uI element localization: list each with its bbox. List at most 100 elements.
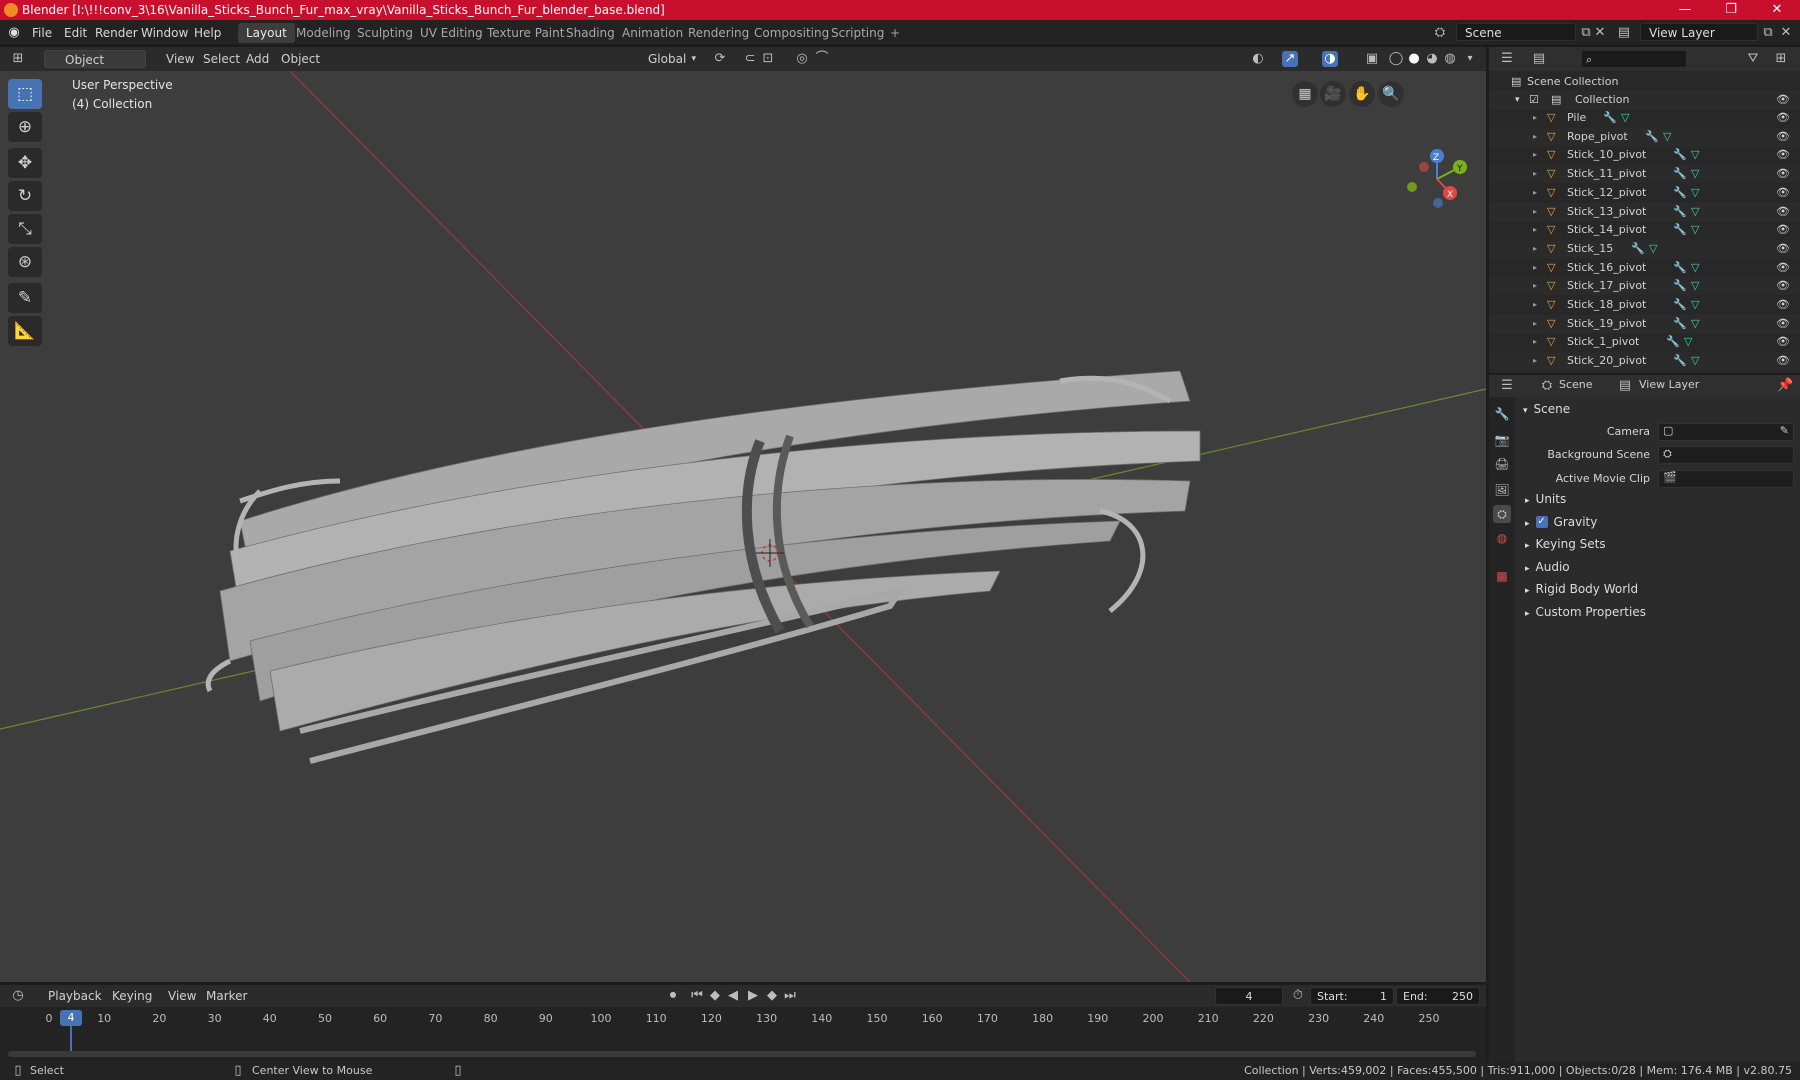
pan-hand-icon[interactable]: ✋ xyxy=(1349,81,1375,107)
new-collection-icon[interactable]: ⊞ xyxy=(1773,51,1789,67)
expand-arrow-icon[interactable]: ▸ xyxy=(1533,315,1537,333)
outliner-editor-type-icon[interactable]: ☰ xyxy=(1499,51,1515,67)
xray-toggle-icon[interactable]: ▣ xyxy=(1364,51,1380,67)
jump-end-icon[interactable]: ⏭ xyxy=(782,988,798,1004)
outliner-item-stick-13-pivot[interactable]: ▸ ▽ Stick_13_pivot 🔧 ▽ 👁 xyxy=(1489,202,1800,221)
expand-arrow-icon[interactable]: ▸ xyxy=(1533,277,1537,295)
outliner-item-stick-1-pivot[interactable]: ▸ ▽ Stick_1_pivot 🔧 ▽ 👁 xyxy=(1489,333,1800,351)
background-scene-field[interactable]: ⛭ xyxy=(1658,446,1794,464)
expand-arrow-icon[interactable]: ▸ xyxy=(1533,203,1537,221)
blender-menu-icon[interactable]: ◉ xyxy=(6,25,22,41)
tab-modeling[interactable]: Modeling xyxy=(288,23,359,43)
pivot-point-icon[interactable]: ⟳ xyxy=(712,51,728,67)
timeline-scrubber[interactable]: 0 10 20 30 40 50 60 70 80 90 100 110 120 130 140 150 160… xyxy=(0,1007,1486,1062)
filter-icon[interactable]: ⛛ xyxy=(1745,51,1761,67)
start-frame-field[interactable]: Start: 1 xyxy=(1310,987,1394,1005)
snap-icon[interactable]: ⊂ xyxy=(742,51,758,67)
view-layer-field[interactable]: View Layer xyxy=(1640,23,1758,41)
transform-orientation-dropdown[interactable]: Global ▾ xyxy=(628,50,698,68)
move-tool-icon[interactable]: ✥ xyxy=(8,148,42,178)
overlay-toggle-icon[interactable]: ◑ xyxy=(1322,51,1338,67)
timeline-menu-view[interactable]: View xyxy=(162,987,202,1005)
measure-tool-icon[interactable]: 📐 xyxy=(8,316,42,346)
outliner-item-stick-15[interactable]: ▸ ▽ Stick_15 🔧 ▽ 👁 xyxy=(1489,239,1800,258)
menu-edit[interactable]: Edit xyxy=(58,24,93,42)
expand-arrow-icon[interactable]: ▸ xyxy=(1533,333,1537,351)
delete-view-layer-icon[interactable]: ✕ xyxy=(1778,25,1794,41)
output-tab-icon[interactable]: 🖨 xyxy=(1493,455,1511,473)
section-audio[interactable]: ▸ Audio xyxy=(1525,557,1570,577)
transform-tool-icon[interactable]: ⊛ xyxy=(8,247,42,277)
minimize-button[interactable]: — xyxy=(1662,0,1708,20)
outliner-item-rope-pivot[interactable]: ▸ ▽ Rope_pivot 🔧 ▽ 👁 xyxy=(1489,127,1800,146)
shading-options-icon[interactable]: ▾ xyxy=(1462,51,1478,67)
expand-arrow-icon[interactable]: ▸ xyxy=(1533,221,1537,239)
outliner-item-stick-12-pivot[interactable]: ▸ ▽ Stick_12_pivot 🔧 ▽ 👁 xyxy=(1489,184,1800,202)
outliner-item-stick-18-pivot[interactable]: ▸ ▽ Stick_18_pivot 🔧 ▽ 👁 xyxy=(1489,296,1800,314)
world-tab-icon[interactable]: ◍ xyxy=(1493,529,1511,547)
scene-panel-header[interactable]: ▾ Scene xyxy=(1523,399,1570,419)
record-icon[interactable]: ⏺ xyxy=(665,988,681,1004)
eye-icon[interactable]: 👁 xyxy=(1776,128,1790,146)
scene-tab-icon[interactable]: ⛭ xyxy=(1493,505,1511,523)
expand-arrow-icon[interactable]: ▾ xyxy=(1515,91,1520,109)
eye-icon[interactable]: 👁 xyxy=(1776,165,1790,183)
menu-help[interactable]: Help xyxy=(188,24,227,42)
falloff-icon[interactable]: ⌒ xyxy=(814,51,830,67)
view-layer-selector-icon[interactable]: ▤ xyxy=(1616,25,1632,41)
expand-arrow-icon[interactable]: ▸ xyxy=(1533,184,1537,202)
play-icon[interactable]: ▶ xyxy=(745,988,761,1004)
eye-icon[interactable]: 👁 xyxy=(1776,203,1790,221)
viewport-menu-add[interactable]: Add xyxy=(240,50,275,68)
section-gravity[interactable]: ▸ ✓ Gravity xyxy=(1525,512,1597,532)
gizmo-toggle-icon[interactable]: ↗ xyxy=(1282,51,1298,67)
jump-keyframe-back-icon[interactable]: ◆ xyxy=(707,988,723,1004)
select-box-tool-icon[interactable]: ⬚ xyxy=(8,79,42,109)
jump-keyframe-forward-icon[interactable]: ◆ xyxy=(764,988,780,1004)
camera-field[interactable]: ▢ ✎ xyxy=(1658,423,1794,441)
timeline-menu-keying[interactable]: Keying xyxy=(106,987,158,1005)
3d-viewport[interactable]: Z Y X ⬚ ⊕ ✥ ↻ ⤡ ⊛ ✎ 📐 User Perspective (… xyxy=(0,71,1486,982)
tool-tab-icon[interactable]: 🔧 xyxy=(1493,405,1511,423)
solid-shading-icon[interactable]: ● xyxy=(1406,51,1422,67)
object-mode-dropdown[interactable]: Object Mode ▾ xyxy=(44,50,146,85)
current-frame-field[interactable]: 4 xyxy=(1215,987,1283,1005)
texture-tab-icon[interactable]: ▩ xyxy=(1493,567,1511,585)
grid-view-icon[interactable]: ▦ xyxy=(1292,81,1318,107)
outliner-item-stick-11-pivot[interactable]: ▸ ▽ Stick_11_pivot 🔧 ▽ 👁 xyxy=(1489,165,1800,184)
material-shading-icon[interactable]: ◕ xyxy=(1424,51,1440,67)
eye-icon[interactable]: 👁 xyxy=(1776,184,1790,202)
eye-icon[interactable]: 👁 xyxy=(1776,277,1790,295)
jump-start-icon[interactable]: ⏮ xyxy=(689,988,705,1004)
outliner-item-stick-20-pivot[interactable]: ▸ ▽ Stick_20_pivot 🔧 ▽ 👁 xyxy=(1489,352,1800,371)
snap-target-icon[interactable]: ⊡ xyxy=(760,51,776,67)
scene-collection-row[interactable]: ▤ Scene Collection xyxy=(1489,73,1800,91)
expand-arrow-icon[interactable]: ▸ xyxy=(1533,128,1537,146)
play-reverse-icon[interactable]: ◀ xyxy=(725,988,741,1004)
new-view-layer-icon[interactable]: ⧉ xyxy=(1760,25,1776,41)
tab-layout[interactable]: Layout xyxy=(238,23,295,43)
active-movie-clip-field[interactable]: 🎬 xyxy=(1658,470,1794,488)
timeline-menu-marker[interactable]: Marker xyxy=(200,987,253,1005)
display-mode-icon[interactable]: ▤ xyxy=(1531,51,1547,67)
editor-type-icon[interactable]: ⊞ xyxy=(10,51,26,67)
outliner-item-stick-10-pivot[interactable]: ▸ ▽ Stick_10_pivot 🔧 ▽ 👁 xyxy=(1489,146,1800,164)
viewport-menu-view[interactable]: View xyxy=(160,50,200,68)
eye-icon[interactable]: 👁 xyxy=(1776,109,1790,127)
expand-arrow-icon[interactable]: ▸ xyxy=(1533,259,1537,277)
tab-sculpting[interactable]: Sculpting xyxy=(349,23,421,43)
outliner-item-stick-16-pivot[interactable]: ▸ ▽ Stick_16_pivot 🔧 ▽ 👁 xyxy=(1489,259,1800,277)
eyedropper-icon[interactable]: ✎ xyxy=(1780,424,1789,437)
properties-editor-type-icon[interactable]: ☰ xyxy=(1499,378,1515,394)
zoom-icon[interactable]: 🔍 xyxy=(1378,81,1404,107)
timeline-editor-type-icon[interactable]: ◷ xyxy=(10,988,26,1004)
expand-arrow-icon[interactable]: ▸ xyxy=(1533,146,1537,164)
playhead-frame-indicator[interactable]: 4 xyxy=(60,1010,82,1026)
expand-arrow-icon[interactable]: ▸ xyxy=(1533,240,1537,258)
proportional-editing-icon[interactable]: ◎ xyxy=(794,51,810,67)
outliner-item-stick-17-pivot[interactable]: ▸ ▽ Stick_17_pivot 🔧 ▽ 👁 xyxy=(1489,277,1800,296)
view-layer-tab-icon[interactable]: 🖼 xyxy=(1493,481,1511,499)
exclude-checkbox-icon[interactable]: ☑ xyxy=(1529,91,1539,109)
outliner-search-input[interactable]: ⌕ xyxy=(1581,50,1687,68)
maximize-button[interactable]: ❐ xyxy=(1708,0,1754,20)
